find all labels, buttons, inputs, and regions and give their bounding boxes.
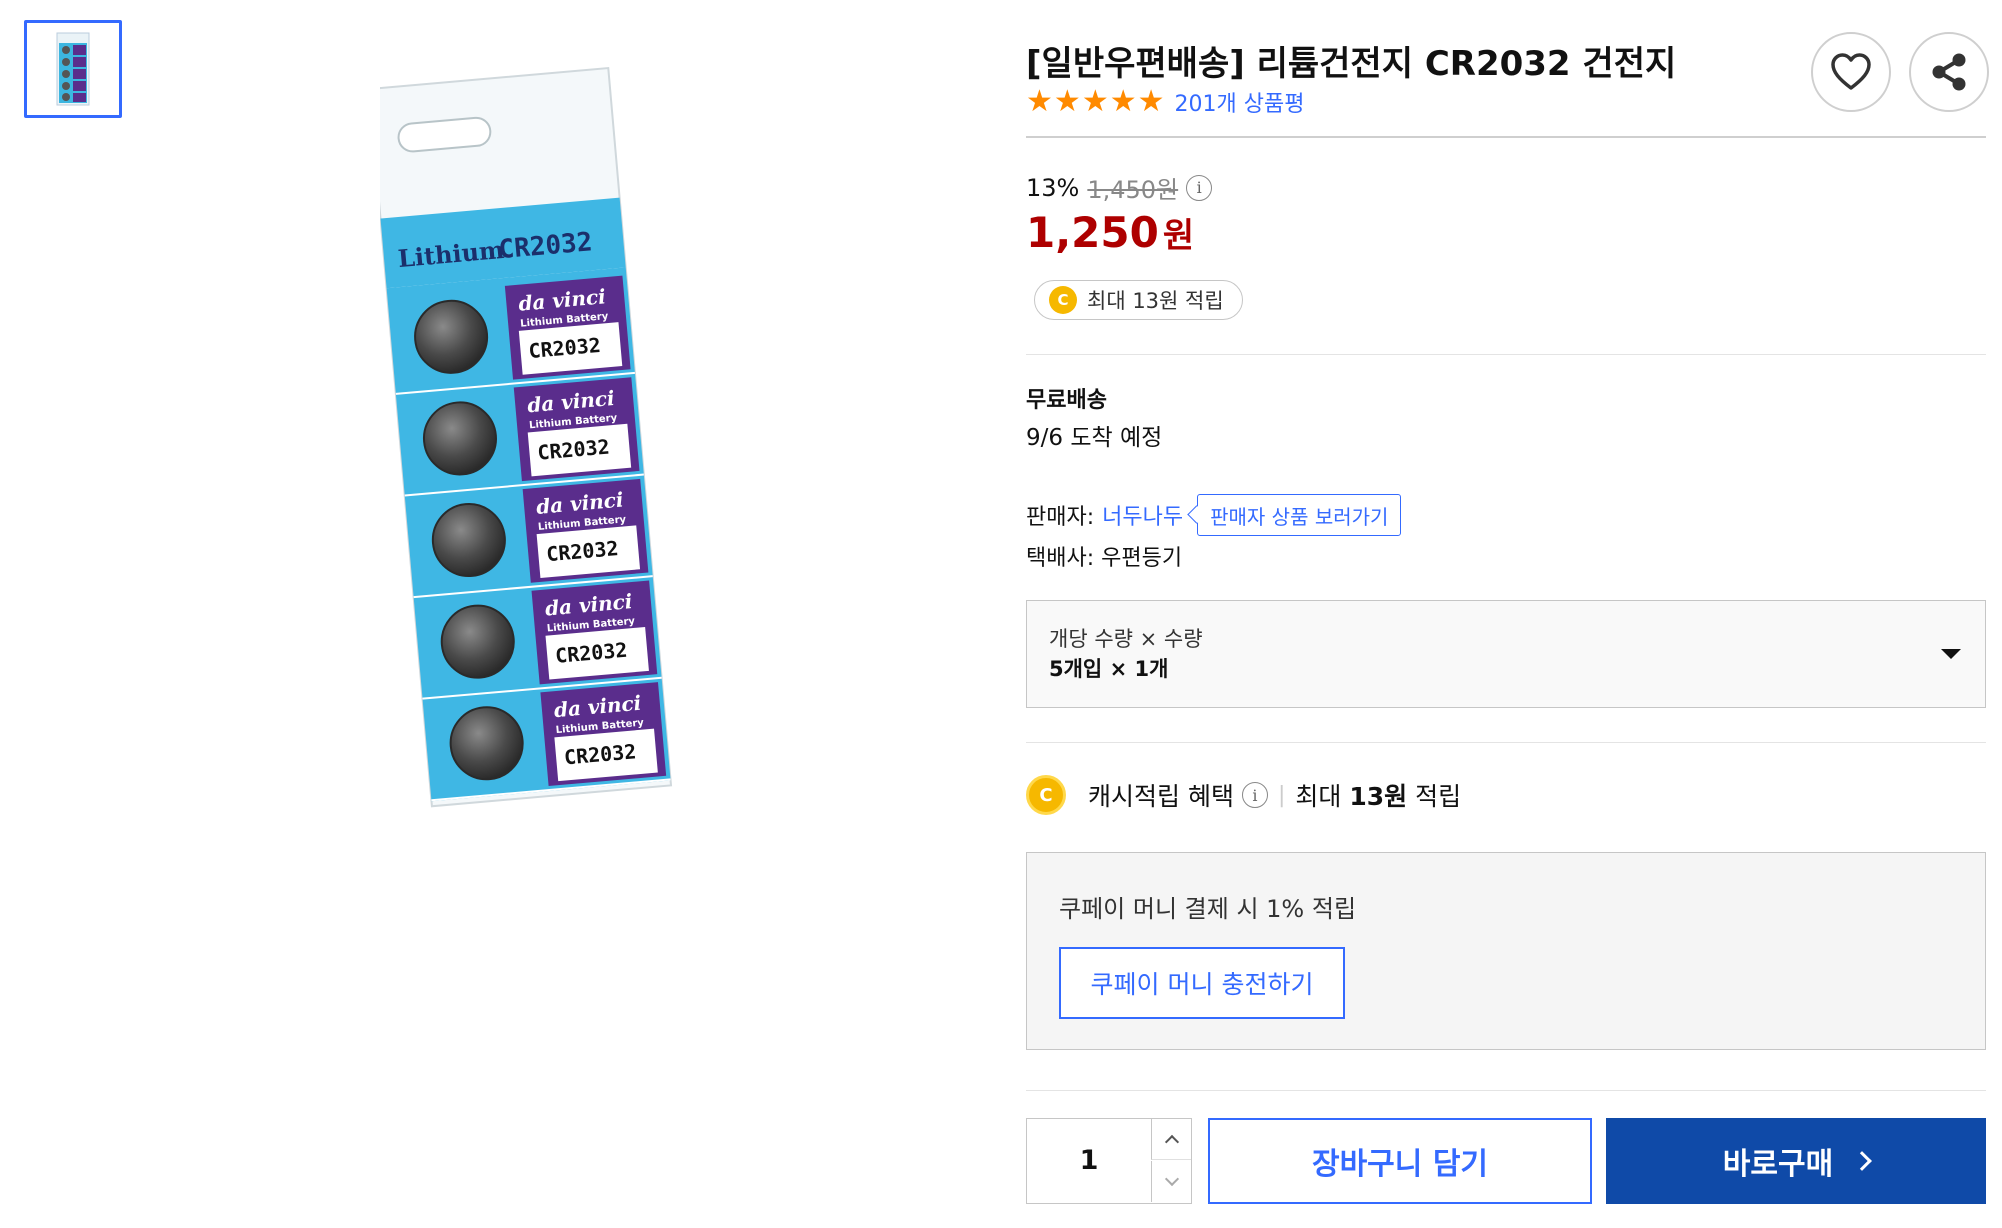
info-icon[interactable]: i bbox=[1241, 782, 1268, 808]
product-thumbnail[interactable] bbox=[24, 20, 122, 118]
star-rating: ★ ★ ★ ★ ★ bbox=[1026, 87, 1165, 117]
buy-now-button[interactable]: 바로구매 bbox=[1606, 1118, 1986, 1204]
product-main-image: Lithium CR2032 da vinci Lithium Battery CR… bbox=[368, 55, 710, 815]
coupay-charge-button[interactable]: 쿠페이 머니 충전하기 bbox=[1059, 947, 1345, 1019]
coin-icon: C bbox=[1049, 286, 1077, 314]
cash-benefit-suffix: 적립 bbox=[1407, 782, 1462, 811]
thumbnail-image bbox=[56, 32, 90, 106]
option-label: 개당 수량 × 수량 bbox=[1049, 627, 1203, 651]
seller-name-link[interactable]: 너두나두 bbox=[1102, 499, 1183, 531]
quantity-decrease-button[interactable] bbox=[1151, 1161, 1191, 1202]
product-title: [일반우편배송] 리튬건전지 CR2032 건전지 bbox=[1026, 44, 1677, 84]
seller-products-button[interactable]: 판매자 상품 보러가기 bbox=[1197, 494, 1402, 536]
option-dropdown[interactable]: 개당 수량 × 수량 5개입 × 1개 bbox=[1026, 600, 1986, 708]
divider bbox=[1026, 136, 1986, 138]
sale-price-number: 1,250 bbox=[1026, 208, 1159, 257]
wishlist-button[interactable] bbox=[1811, 32, 1891, 112]
cash-benefit-amount: 13원 bbox=[1349, 782, 1408, 811]
seller-label: 판매자: bbox=[1026, 505, 1095, 530]
sale-price-unit: 원 bbox=[1162, 216, 1195, 256]
cash-benefit-label: 캐시적립 혜택 bbox=[1088, 782, 1234, 811]
quantity-stepper: 1 bbox=[1026, 1118, 1192, 1204]
rating-row[interactable]: ★ ★ ★ ★ ★ 201개 상품평 bbox=[1026, 86, 1304, 118]
star-icon: ★ bbox=[1053, 84, 1081, 119]
shipping-type: 무료배송 bbox=[1026, 388, 1107, 413]
product-detail-panel: [일반우편배송] 리튬건전지 CR2032 건전지 ★ ★ ★ ★ ★ 201개 상품평… bbox=[1026, 0, 1989, 1228]
add-to-cart-button[interactable]: 장바구니 담기 bbox=[1208, 1118, 1592, 1204]
heart-icon bbox=[1831, 53, 1871, 90]
buy-now-label: 바로구매 bbox=[1722, 1147, 1834, 1182]
coupay-box: 쿠페이 머니 결제 시 1% 적립 쿠페이 머니 충전하기 bbox=[1026, 852, 1986, 1050]
chevron-right-icon bbox=[1852, 1151, 1873, 1171]
chevron-down-icon bbox=[1164, 1171, 1179, 1187]
discount-rate: 13% bbox=[1026, 173, 1080, 202]
chevron-down-icon bbox=[1941, 649, 1961, 659]
star-icon: ★ bbox=[1109, 84, 1137, 119]
courier-info: 택배사: 우편등기 bbox=[1026, 546, 1183, 571]
cash-benefit-row: C 캐시적립 혜택 i | 최대 13원 적립 bbox=[1026, 775, 1461, 815]
star-icon: ★ bbox=[1137, 84, 1165, 119]
option-selected-value: 5개입 × 1개 bbox=[1049, 657, 1169, 681]
chevron-up-icon bbox=[1164, 1134, 1179, 1149]
star-icon: ★ bbox=[1081, 84, 1109, 119]
coupay-text: 쿠페이 머니 결제 시 1% 적립 bbox=[1059, 895, 1357, 923]
cash-reward-badge: C 최대 13원 적립 bbox=[1034, 280, 1243, 320]
quantity-input[interactable]: 1 bbox=[1027, 1119, 1151, 1202]
discount-row: 13% 1,450원 i bbox=[1026, 170, 1213, 205]
divider bbox=[1026, 742, 1986, 743]
quantity-increase-button[interactable] bbox=[1151, 1119, 1191, 1160]
info-icon[interactable]: i bbox=[1186, 174, 1213, 201]
divider bbox=[1026, 1090, 1986, 1091]
coin-icon: C bbox=[1026, 775, 1066, 815]
share-button[interactable] bbox=[1909, 32, 1989, 112]
cash-benefit-prefix: 최대 bbox=[1295, 782, 1350, 811]
share-icon bbox=[1932, 53, 1966, 91]
review-count-link[interactable]: 201개 상품평 bbox=[1175, 86, 1305, 118]
star-icon: ★ bbox=[1026, 84, 1053, 119]
original-price: 1,450원 bbox=[1087, 176, 1179, 204]
separator: | bbox=[1277, 782, 1286, 808]
seller-row: 판매자: 너두나두 판매자 상품 보러가기 bbox=[1026, 494, 1402, 536]
sale-price: 1,250 원 bbox=[1026, 208, 1194, 257]
arrival-date: 9/6 도착 예정 bbox=[1026, 425, 1163, 451]
divider bbox=[1026, 354, 1986, 355]
cash-reward-text: 최대 13원 적립 bbox=[1087, 289, 1224, 313]
